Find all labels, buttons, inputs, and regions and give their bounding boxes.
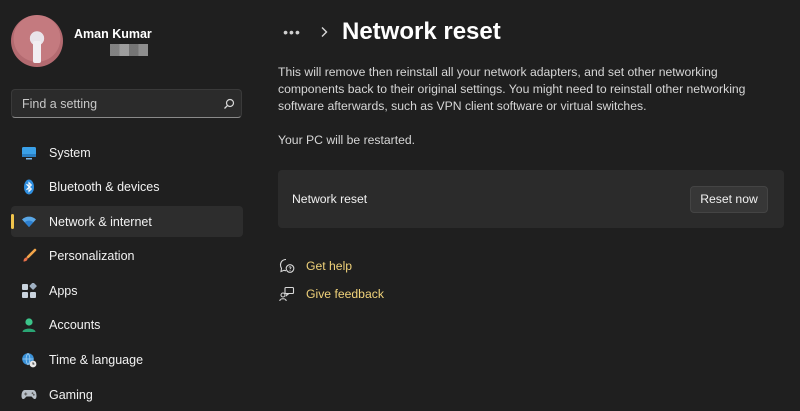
- settings-window: Aman Kumar System Bluetooth & devices: [0, 0, 800, 411]
- search-icon[interactable]: [217, 92, 241, 116]
- sidebar-item-system[interactable]: System: [11, 137, 243, 168]
- sidebar-item-label: System: [49, 145, 91, 160]
- sidebar-item-label: Personalization: [49, 249, 135, 264]
- redacted-email: [110, 43, 148, 56]
- chevron-right-icon: [318, 22, 330, 42]
- sidebar-item-label: Gaming: [49, 387, 93, 402]
- sidebar-item-label: Network & internet: [49, 214, 152, 229]
- get-help-row[interactable]: Get help: [278, 256, 384, 276]
- bluetooth-icon: [20, 178, 38, 196]
- sidebar-item-label: Time & language: [49, 353, 144, 368]
- sidebar-item-label: Apps: [49, 283, 78, 298]
- gamepad-icon: [20, 386, 38, 404]
- profile-name: Aman Kumar: [74, 26, 152, 41]
- page-title: Network reset: [342, 18, 501, 45]
- feedback-icon: [278, 285, 296, 303]
- avatar[interactable]: [11, 15, 63, 67]
- sidebar-item-personalization[interactable]: Personalization: [11, 241, 243, 272]
- sidebar: Aman Kumar System Bluetooth & devices: [0, 0, 256, 411]
- breadcrumb: ••• Network reset: [278, 14, 501, 50]
- sidebar-item-network-internet[interactable]: Network & internet: [11, 206, 243, 238]
- user-profile[interactable]: Aman Kumar: [11, 15, 152, 67]
- profile-text: Aman Kumar: [74, 27, 152, 56]
- sidebar-item-time-language[interactable]: Time & language: [11, 345, 243, 376]
- globe-clock-icon: [20, 351, 38, 369]
- reset-now-button[interactable]: Reset now: [690, 185, 768, 213]
- sidebar-item-label: Bluetooth & devices: [49, 180, 160, 195]
- give-feedback-row[interactable]: Give feedback: [278, 284, 384, 304]
- sidebar-item-apps[interactable]: Apps: [11, 275, 243, 306]
- sidebar-item-label: Accounts: [49, 318, 101, 333]
- reset-description: This will remove then reinstall all your…: [278, 65, 746, 113]
- main-content: ••• Network reset This will remove then …: [278, 0, 788, 411]
- network-reset-label: Network reset: [292, 192, 368, 206]
- monitor-icon: [20, 144, 38, 162]
- help-links: Get help Give feedback: [278, 256, 384, 312]
- more-icon[interactable]: •••: [278, 22, 306, 42]
- restart-note: Your PC will be restarted.: [278, 133, 416, 147]
- sidebar-item-accounts[interactable]: Accounts: [11, 310, 243, 341]
- brush-icon: [20, 247, 38, 265]
- wifi-icon: [20, 213, 38, 231]
- sidebar-item-gaming[interactable]: Gaming: [11, 379, 243, 410]
- person-icon: [20, 316, 38, 334]
- give-feedback-link[interactable]: Give feedback: [306, 287, 384, 301]
- help-chat-icon: [278, 257, 296, 275]
- sidebar-nav: System Bluetooth & devices Network & int…: [11, 137, 243, 411]
- search-input[interactable]: [22, 96, 217, 111]
- search-box[interactable]: [11, 89, 242, 118]
- apps-icon: [20, 282, 38, 300]
- sidebar-item-bluetooth-devices[interactable]: Bluetooth & devices: [11, 172, 243, 203]
- network-reset-card: Network reset Reset now: [278, 170, 784, 228]
- get-help-link[interactable]: Get help: [306, 259, 352, 273]
